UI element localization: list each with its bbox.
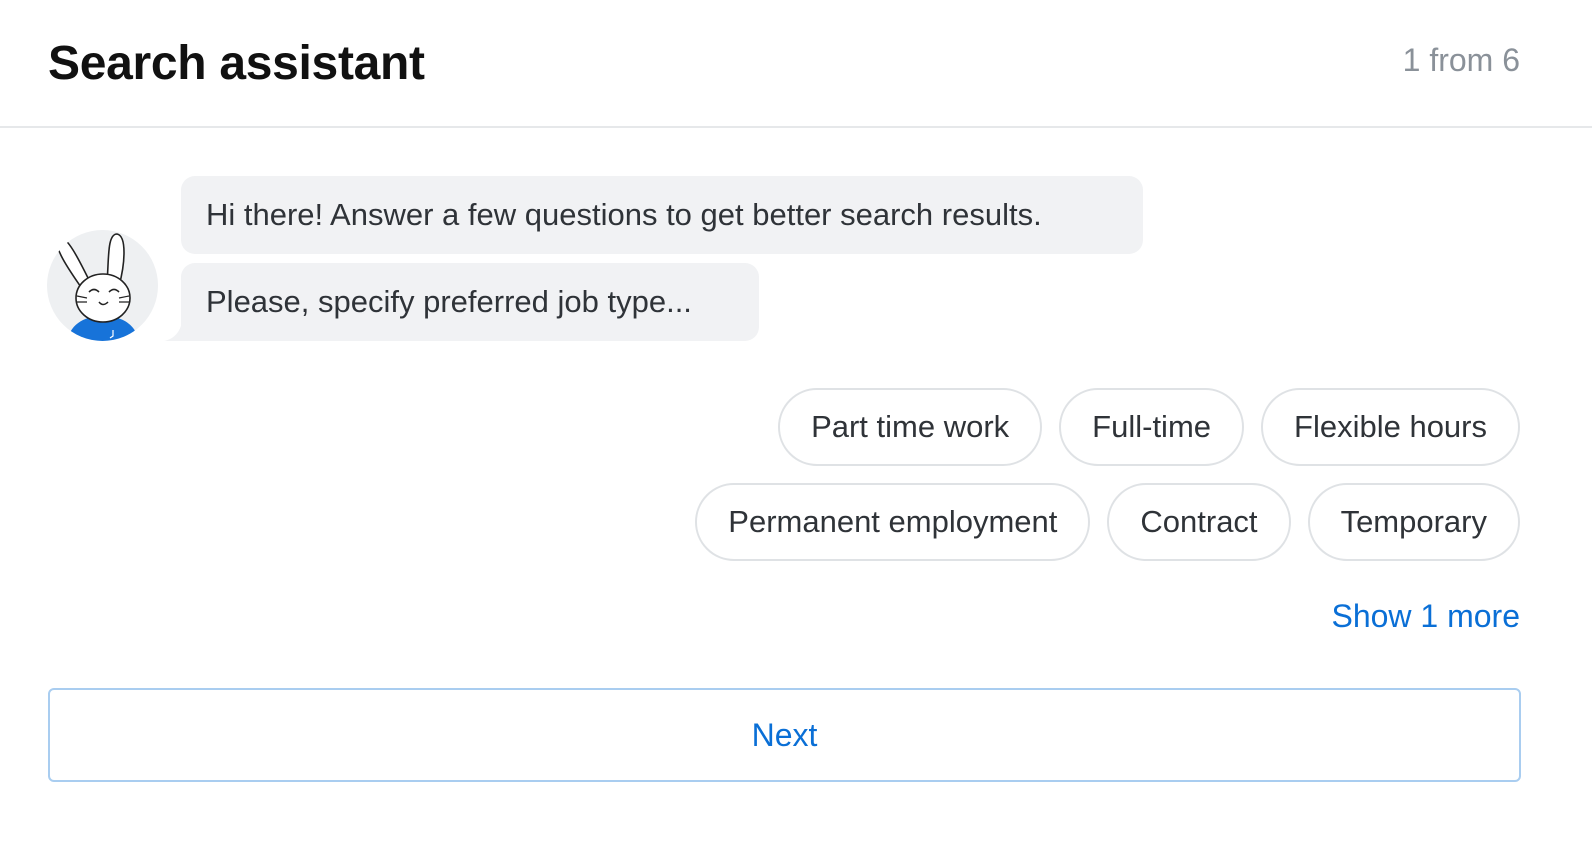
bubble-tail: [164, 322, 184, 341]
page-title: Search assistant: [48, 37, 425, 90]
job-type-options: Part time work Full-time Flexible hours …: [520, 388, 1520, 578]
assistant-message: Hi there! Answer a few questions to get …: [181, 176, 1143, 254]
step-counter: 1 from 6: [1402, 42, 1520, 78]
header: Search assistant 1 from 6: [0, 0, 1592, 128]
option-part-time-work[interactable]: Part time work: [778, 388, 1043, 466]
option-permanent-employment[interactable]: Permanent employment: [695, 483, 1091, 561]
assistant-message: Please, specify preferred job type...: [181, 263, 759, 341]
option-temporary[interactable]: Temporary: [1307, 483, 1520, 561]
option-full-time[interactable]: Full-time: [1059, 388, 1245, 466]
option-contract[interactable]: Contract: [1107, 483, 1291, 561]
show-more-link[interactable]: Show 1 more: [1331, 598, 1520, 635]
assistant-avatar: [47, 230, 158, 341]
bunny-mascot-icon: [56, 233, 139, 341]
next-button[interactable]: Next: [48, 688, 1521, 782]
options-row: Part time work Full-time Flexible hours: [520, 388, 1520, 466]
options-row: Permanent employment Contract Temporary: [520, 483, 1520, 561]
option-flexible-hours[interactable]: Flexible hours: [1261, 388, 1520, 466]
